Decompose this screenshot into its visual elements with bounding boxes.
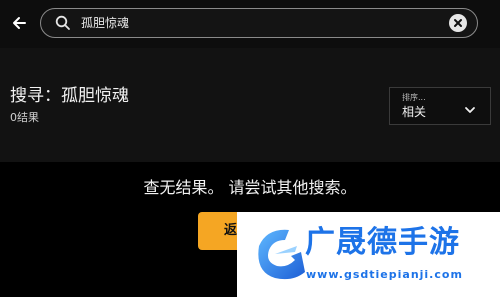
watermark-overlay: 广晟德手游 www.gsdtiepianji.com xyxy=(237,212,500,297)
sort-dropdown[interactable]: 排序... 相关 xyxy=(389,87,491,125)
results-header: 搜寻：孤胆惊魂 0结果 排序... 相关 xyxy=(0,48,500,162)
results-title: 搜寻：孤胆惊魂 xyxy=(10,86,129,106)
clear-search-icon[interactable] xyxy=(449,14,467,32)
top-bar: 孤胆惊魂 xyxy=(0,0,500,48)
chevron-down-icon xyxy=(464,101,476,113)
search-field[interactable]: 孤胆惊魂 xyxy=(40,8,478,38)
watermark-title: 广晟德手游 xyxy=(305,225,460,260)
sort-value: 相关 xyxy=(402,105,427,119)
search-icon xyxy=(55,15,71,31)
back-arrow-icon[interactable] xyxy=(8,12,30,34)
sort-label: 排序... xyxy=(402,93,426,102)
watermark-url: www.gsdtiepianji.com xyxy=(306,268,463,281)
results-count: 0结果 xyxy=(10,111,39,124)
empty-state-message: 查无结果。 请尝试其他搜索。 xyxy=(143,178,357,197)
search-query-text[interactable]: 孤胆惊魂 xyxy=(81,16,129,31)
